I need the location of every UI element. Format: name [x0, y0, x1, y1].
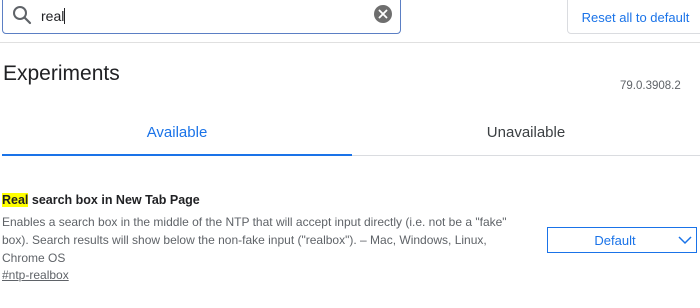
- reset-all-button[interactable]: Reset all to default: [567, 0, 700, 34]
- experiment-permalink[interactable]: #ntp-realbox: [2, 268, 69, 282]
- chevron-down-icon: [678, 236, 692, 245]
- clear-search-button[interactable]: [374, 5, 392, 23]
- tab-unavailable[interactable]: Unavailable: [352, 108, 700, 156]
- search-input[interactable]: real: [41, 8, 66, 24]
- search-input-value: real: [41, 8, 65, 24]
- tab-bar: Available Unavailable: [0, 108, 700, 156]
- text-caret: [64, 8, 66, 24]
- tab-divider: [352, 155, 700, 156]
- search-match-highlight: Real: [2, 193, 29, 207]
- header-bar: real Reset all to default: [0, 0, 700, 43]
- flags-page: real Reset all to default Experiments 79…: [0, 0, 700, 308]
- experiment-description: Enables a search box in the middle of th…: [2, 215, 507, 265]
- page-title: Experiments: [3, 62, 120, 85]
- tab-available[interactable]: Available: [2, 108, 352, 156]
- version-label: 79.0.3908.2: [620, 80, 681, 92]
- search-field[interactable]: real: [2, 0, 401, 34]
- experiment-title: Real search box in New Tab Page: [2, 193, 200, 207]
- experiment-item: Real search box in New Tab Page Enables …: [0, 190, 700, 308]
- tab-selected-indicator: [2, 154, 352, 156]
- clear-icon: [378, 9, 388, 19]
- select-value: Default: [594, 232, 636, 248]
- search-icon: [11, 4, 33, 26]
- experiment-state-select[interactable]: Default: [547, 227, 697, 253]
- experiment-title-rest: search box in New Tab Page: [28, 193, 200, 207]
